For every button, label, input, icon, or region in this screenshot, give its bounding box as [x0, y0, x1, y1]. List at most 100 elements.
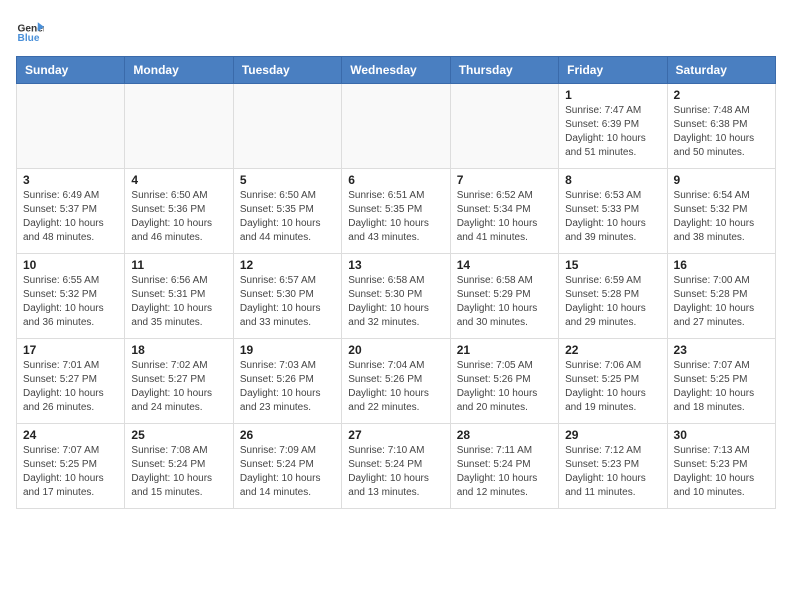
calendar-cell	[342, 84, 450, 169]
day-number: 7	[457, 173, 552, 187]
calendar-cell: 18 Sunrise: 7:02 AM Sunset: 5:27 PM Dayli…	[125, 339, 233, 424]
logo-icon: General Blue	[16, 16, 44, 44]
day-of-week-header: Saturday	[667, 57, 775, 84]
day-number: 12	[240, 258, 335, 272]
day-info: Sunrise: 6:56 AM Sunset: 5:31 PM Dayligh…	[131, 274, 226, 330]
day-info: Sunrise: 6:59 AM Sunset: 5:28 PM Dayligh…	[565, 274, 660, 330]
day-of-week-header: Thursday	[450, 57, 558, 84]
calendar-week-row: 17 Sunrise: 7:01 AM Sunset: 5:27 PM Dayli…	[17, 339, 776, 424]
calendar-cell: 24 Sunrise: 7:07 AM Sunset: 5:25 PM Dayli…	[17, 424, 125, 509]
calendar-cell: 8 Sunrise: 6:53 AM Sunset: 5:33 PM Daylig…	[559, 169, 667, 254]
day-info: Sunrise: 6:57 AM Sunset: 5:30 PM Dayligh…	[240, 274, 335, 330]
calendar-cell	[233, 84, 341, 169]
calendar-cell: 30 Sunrise: 7:13 AM Sunset: 5:23 PM Dayli…	[667, 424, 775, 509]
calendar-cell: 4 Sunrise: 6:50 AM Sunset: 5:36 PM Daylig…	[125, 169, 233, 254]
logo: General Blue	[16, 16, 44, 44]
day-info: Sunrise: 6:55 AM Sunset: 5:32 PM Dayligh…	[23, 274, 118, 330]
calendar-cell: 17 Sunrise: 7:01 AM Sunset: 5:27 PM Dayli…	[17, 339, 125, 424]
day-info: Sunrise: 7:09 AM Sunset: 5:24 PM Dayligh…	[240, 444, 335, 500]
day-number: 27	[348, 428, 443, 442]
day-info: Sunrise: 7:13 AM Sunset: 5:23 PM Dayligh…	[674, 444, 769, 500]
day-number: 28	[457, 428, 552, 442]
calendar-cell: 19 Sunrise: 7:03 AM Sunset: 5:26 PM Dayli…	[233, 339, 341, 424]
day-number: 6	[348, 173, 443, 187]
day-number: 2	[674, 88, 769, 102]
day-info: Sunrise: 7:47 AM Sunset: 6:39 PM Dayligh…	[565, 104, 660, 160]
day-info: Sunrise: 7:01 AM Sunset: 5:27 PM Dayligh…	[23, 359, 118, 415]
calendar-cell: 12 Sunrise: 6:57 AM Sunset: 5:30 PM Dayli…	[233, 254, 341, 339]
day-info: Sunrise: 7:12 AM Sunset: 5:23 PM Dayligh…	[565, 444, 660, 500]
calendar-week-row: 1 Sunrise: 7:47 AM Sunset: 6:39 PM Daylig…	[17, 84, 776, 169]
day-info: Sunrise: 7:08 AM Sunset: 5:24 PM Dayligh…	[131, 444, 226, 500]
calendar-cell: 16 Sunrise: 7:00 AM Sunset: 5:28 PM Dayli…	[667, 254, 775, 339]
day-number: 8	[565, 173, 660, 187]
day-number: 15	[565, 258, 660, 272]
calendar-cell: 21 Sunrise: 7:05 AM Sunset: 5:26 PM Dayli…	[450, 339, 558, 424]
day-info: Sunrise: 7:11 AM Sunset: 5:24 PM Dayligh…	[457, 444, 552, 500]
day-number: 11	[131, 258, 226, 272]
day-number: 14	[457, 258, 552, 272]
day-number: 1	[565, 88, 660, 102]
day-of-week-header: Tuesday	[233, 57, 341, 84]
day-info: Sunrise: 7:07 AM Sunset: 5:25 PM Dayligh…	[674, 359, 769, 415]
calendar-cell: 5 Sunrise: 6:50 AM Sunset: 5:35 PM Daylig…	[233, 169, 341, 254]
day-info: Sunrise: 6:50 AM Sunset: 5:36 PM Dayligh…	[131, 189, 226, 245]
day-info: Sunrise: 7:05 AM Sunset: 5:26 PM Dayligh…	[457, 359, 552, 415]
day-info: Sunrise: 7:10 AM Sunset: 5:24 PM Dayligh…	[348, 444, 443, 500]
calendar-cell: 10Sunrise: 6:55 AM Sunset: 5:32 PM Dayli…	[17, 254, 125, 339]
calendar-cell: 15 Sunrise: 6:59 AM Sunset: 5:28 PM Dayli…	[559, 254, 667, 339]
calendar-cell: 11 Sunrise: 6:56 AM Sunset: 5:31 PM Dayli…	[125, 254, 233, 339]
day-info: Sunrise: 6:53 AM Sunset: 5:33 PM Dayligh…	[565, 189, 660, 245]
page-header: General Blue	[16, 16, 776, 44]
day-number: 18	[131, 343, 226, 357]
calendar-cell: 7 Sunrise: 6:52 AM Sunset: 5:34 PM Daylig…	[450, 169, 558, 254]
day-info: Sunrise: 6:54 AM Sunset: 5:32 PM Dayligh…	[674, 189, 769, 245]
calendar-cell: 23 Sunrise: 7:07 AM Sunset: 5:25 PM Dayli…	[667, 339, 775, 424]
day-number: 17	[23, 343, 118, 357]
calendar-cell: 22Sunrise: 7:06 AM Sunset: 5:25 PM Dayli…	[559, 339, 667, 424]
calendar-cell: 2 Sunrise: 7:48 AM Sunset: 6:38 PM Daylig…	[667, 84, 775, 169]
day-info: Sunrise: 6:52 AM Sunset: 5:34 PM Dayligh…	[457, 189, 552, 245]
day-of-week-header: Wednesday	[342, 57, 450, 84]
day-number: 30	[674, 428, 769, 442]
day-info: Sunrise: 7:48 AM Sunset: 6:38 PM Dayligh…	[674, 104, 769, 160]
day-number: 29	[565, 428, 660, 442]
day-info: Sunrise: 6:49 AM Sunset: 5:37 PM Dayligh…	[23, 189, 118, 245]
calendar-week-row: 24 Sunrise: 7:07 AM Sunset: 5:25 PM Dayli…	[17, 424, 776, 509]
calendar: SundayMondayTuesdayWednesdayThursdayFrid…	[16, 56, 776, 509]
day-number: 19	[240, 343, 335, 357]
calendar-week-row: 3Sunrise: 6:49 AM Sunset: 5:37 PM Daylig…	[17, 169, 776, 254]
day-info: Sunrise: 6:51 AM Sunset: 5:35 PM Dayligh…	[348, 189, 443, 245]
calendar-cell	[450, 84, 558, 169]
calendar-cell: 20Sunrise: 7:04 AM Sunset: 5:26 PM Dayli…	[342, 339, 450, 424]
day-number: 5	[240, 173, 335, 187]
day-info: Sunrise: 7:07 AM Sunset: 5:25 PM Dayligh…	[23, 444, 118, 500]
calendar-cell: 28 Sunrise: 7:11 AM Sunset: 5:24 PM Dayli…	[450, 424, 558, 509]
day-info: Sunrise: 6:58 AM Sunset: 5:29 PM Dayligh…	[457, 274, 552, 330]
day-number: 20	[348, 343, 443, 357]
day-info: Sunrise: 7:02 AM Sunset: 5:27 PM Dayligh…	[131, 359, 226, 415]
day-number: 21	[457, 343, 552, 357]
calendar-cell: 13 Sunrise: 6:58 AM Sunset: 5:30 PM Dayli…	[342, 254, 450, 339]
day-info: Sunrise: 6:50 AM Sunset: 5:35 PM Dayligh…	[240, 189, 335, 245]
day-number: 9	[674, 173, 769, 187]
calendar-cell	[125, 84, 233, 169]
day-number: 13	[348, 258, 443, 272]
calendar-cell: 27 Sunrise: 7:10 AM Sunset: 5:24 PM Dayli…	[342, 424, 450, 509]
calendar-cell: 9 Sunrise: 6:54 AM Sunset: 5:32 PM Daylig…	[667, 169, 775, 254]
day-info: Sunrise: 7:00 AM Sunset: 5:28 PM Dayligh…	[674, 274, 769, 330]
day-info: Sunrise: 6:58 AM Sunset: 5:30 PM Dayligh…	[348, 274, 443, 330]
day-number: 24	[23, 428, 118, 442]
day-number: 23	[674, 343, 769, 357]
day-of-week-header: Friday	[559, 57, 667, 84]
calendar-cell: 26 Sunrise: 7:09 AM Sunset: 5:24 PM Dayli…	[233, 424, 341, 509]
calendar-cell: 3Sunrise: 6:49 AM Sunset: 5:37 PM Daylig…	[17, 169, 125, 254]
calendar-cell: 1 Sunrise: 7:47 AM Sunset: 6:39 PM Daylig…	[559, 84, 667, 169]
day-info: Sunrise: 7:03 AM Sunset: 5:26 PM Dayligh…	[240, 359, 335, 415]
day-number: 4	[131, 173, 226, 187]
calendar-cell: 25Sunrise: 7:08 AM Sunset: 5:24 PM Dayli…	[125, 424, 233, 509]
calendar-header-row: SundayMondayTuesdayWednesdayThursdayFrid…	[17, 57, 776, 84]
day-number: 26	[240, 428, 335, 442]
day-number: 16	[674, 258, 769, 272]
calendar-week-row: 10Sunrise: 6:55 AM Sunset: 5:32 PM Dayli…	[17, 254, 776, 339]
